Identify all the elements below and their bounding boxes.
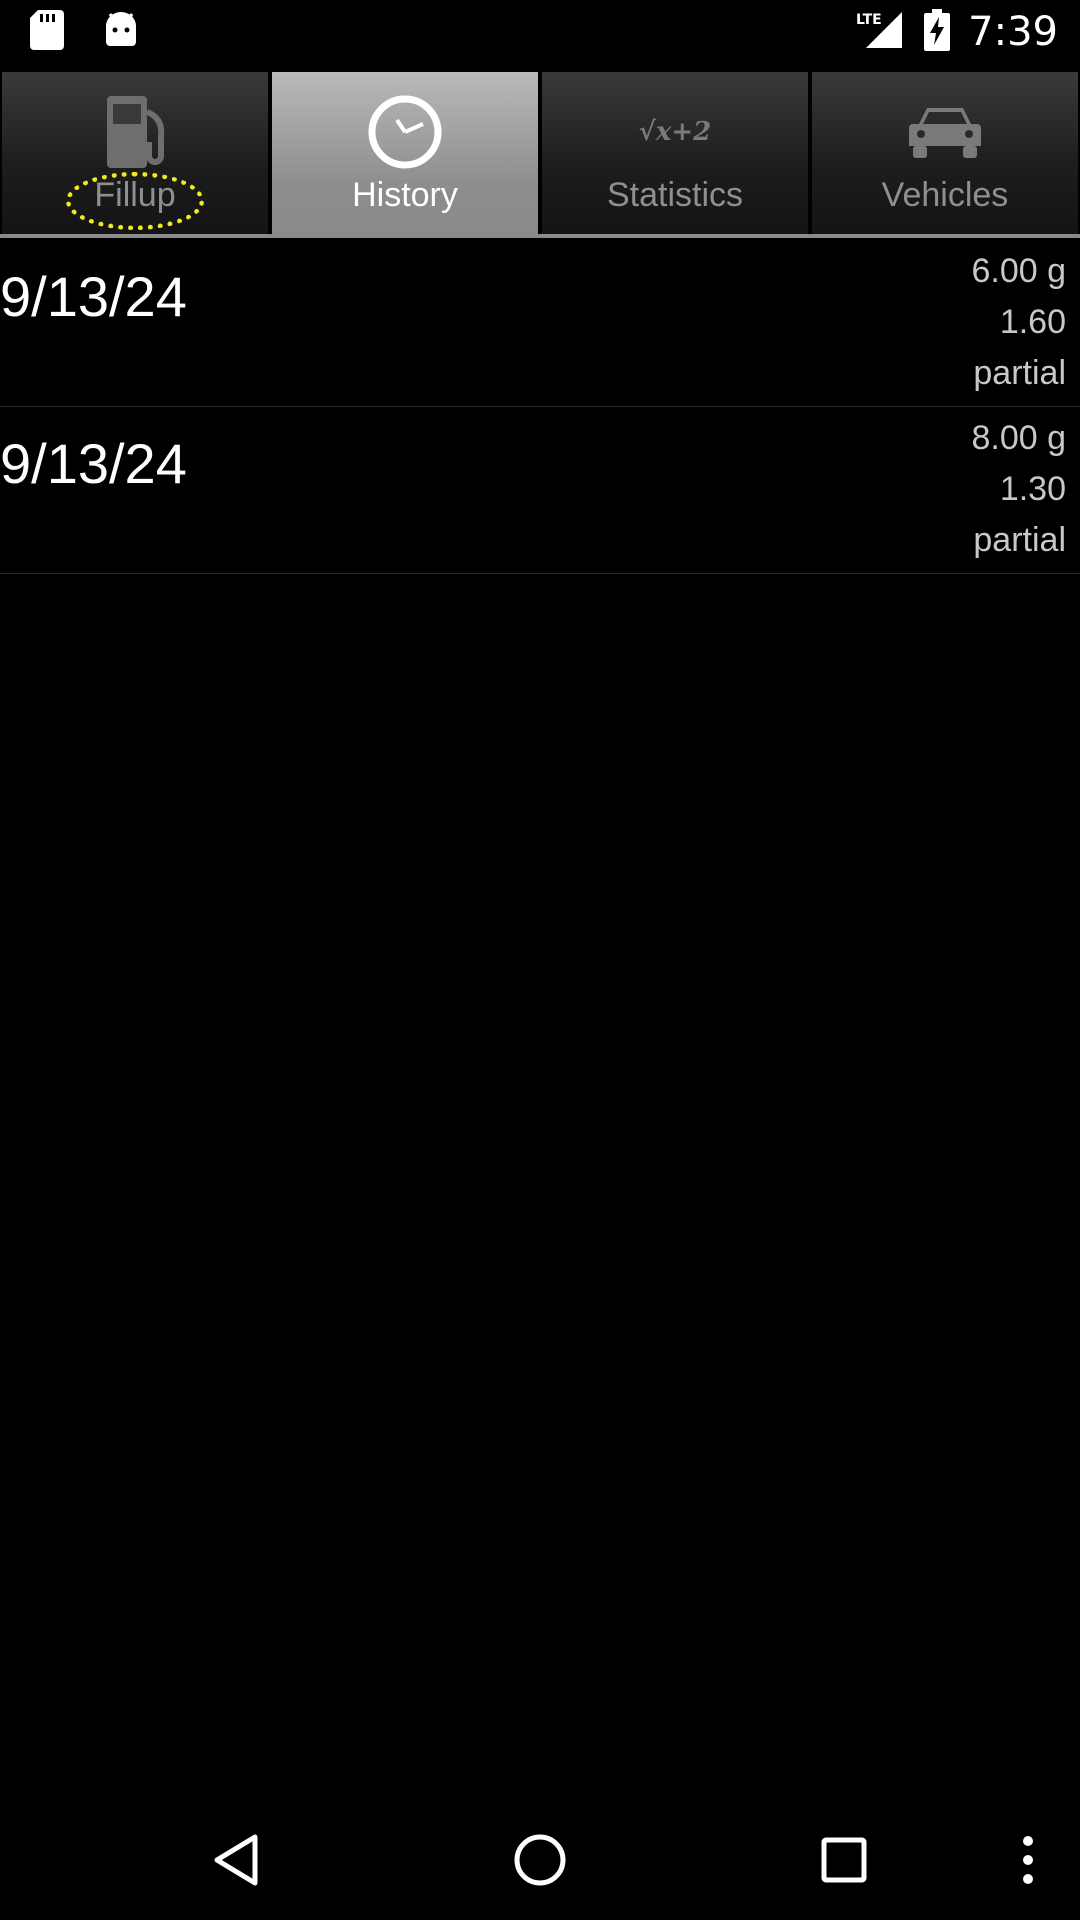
android-icon <box>104 12 138 52</box>
navigation-bar <box>0 1800 1080 1920</box>
tab-history[interactable]: History <box>272 72 538 238</box>
tab-vehicles-label: Vehicles <box>881 176 1009 214</box>
fillup-value: 1.30 <box>999 470 1066 508</box>
back-icon[interactable] <box>206 1830 266 1890</box>
battery-charging-icon <box>924 9 951 55</box>
fillup-details: 8.00 g 1.30 partial <box>971 413 1066 566</box>
tab-bar: Fillup History √x+2 Statistics Vehicles <box>0 72 1080 240</box>
lte-signal-icon: LTE <box>856 10 906 54</box>
status-bar: LTE 7:39 <box>0 0 1080 64</box>
tab-history-label: History <box>352 176 458 214</box>
list-item[interactable]: 9/13/24 6.00 g 1.60 partial <box>0 240 1080 407</box>
history-list: 9/13/24 6.00 g 1.60 partial 9/13/24 8.00… <box>0 240 1080 574</box>
car-icon <box>895 92 995 172</box>
fillup-type: partial <box>973 354 1066 392</box>
gas-pump-icon <box>85 92 185 172</box>
home-icon[interactable] <box>510 1830 570 1890</box>
fillup-amount: 6.00 g <box>971 252 1066 290</box>
fillup-value: 1.60 <box>999 303 1066 341</box>
tab-statistics-label: Statistics <box>606 176 744 214</box>
tab-vehicles[interactable]: Vehicles <box>812 72 1078 238</box>
tab-fillup-label: Fillup <box>94 176 176 214</box>
svg-text:LTE: LTE <box>856 12 882 28</box>
fillup-details: 6.00 g 1.60 partial <box>971 246 1066 399</box>
tab-divider <box>0 234 1080 238</box>
tab-statistics[interactable]: √x+2 Statistics <box>542 72 808 238</box>
overflow-menu-icon[interactable] <box>998 1830 1058 1890</box>
fillup-date: 9/13/24 <box>0 265 187 328</box>
fillup-date: 9/13/24 <box>0 432 187 495</box>
clock-icon <box>355 92 455 172</box>
fillup-type: partial <box>973 521 1066 559</box>
fillup-amount: 8.00 g <box>971 419 1066 457</box>
sd-card-icon <box>30 10 64 54</box>
recents-icon[interactable] <box>814 1830 874 1890</box>
list-item[interactable]: 9/13/24 8.00 g 1.30 partial <box>0 407 1080 574</box>
status-time: 7:39 <box>968 9 1058 55</box>
tab-fillup[interactable]: Fillup <box>2 72 268 238</box>
formula-icon: √x+2 <box>638 117 712 147</box>
